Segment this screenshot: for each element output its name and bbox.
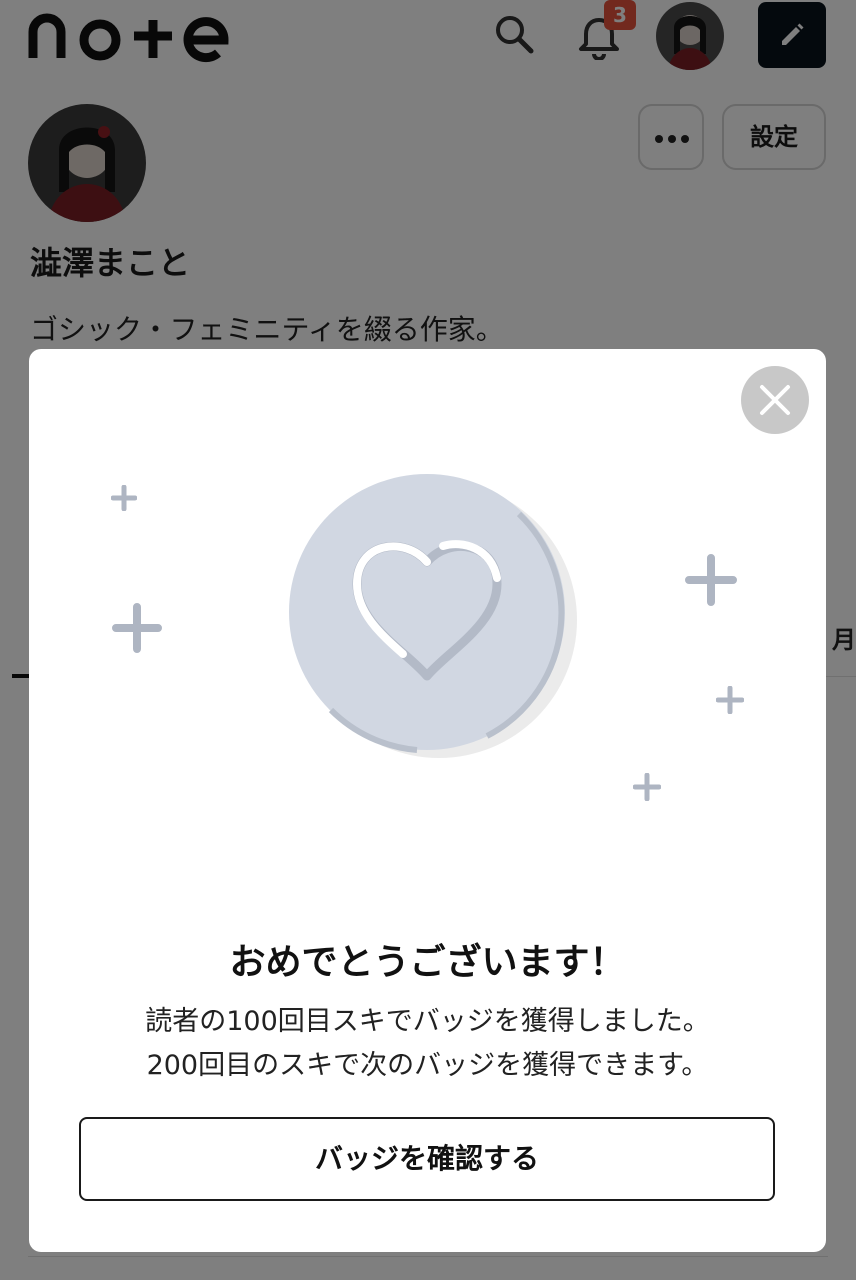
close-icon	[760, 385, 790, 415]
sparkle-icon	[685, 554, 737, 606]
heart-badge-icon	[289, 474, 577, 758]
modal-message-line2: 200回目のスキで次のバッジを獲得できます。	[146, 1050, 709, 1081]
sparkle-icon	[716, 686, 744, 714]
sparkle-icon	[112, 603, 162, 653]
sparkle-icon	[633, 773, 661, 801]
modal-message-line1: 読者の100回目スキでバッジを獲得しました。	[145, 1006, 710, 1037]
badge-earned-modal: おめでとうございます！ 読者の100回目スキでバッジを獲得しました。 200回目…	[29, 349, 826, 1252]
close-button[interactable]	[741, 366, 809, 434]
sparkle-icon	[111, 485, 137, 511]
view-badge-button[interactable]: バッジを確認する	[79, 1117, 775, 1201]
modal-title: おめでとうございます！	[229, 942, 626, 983]
